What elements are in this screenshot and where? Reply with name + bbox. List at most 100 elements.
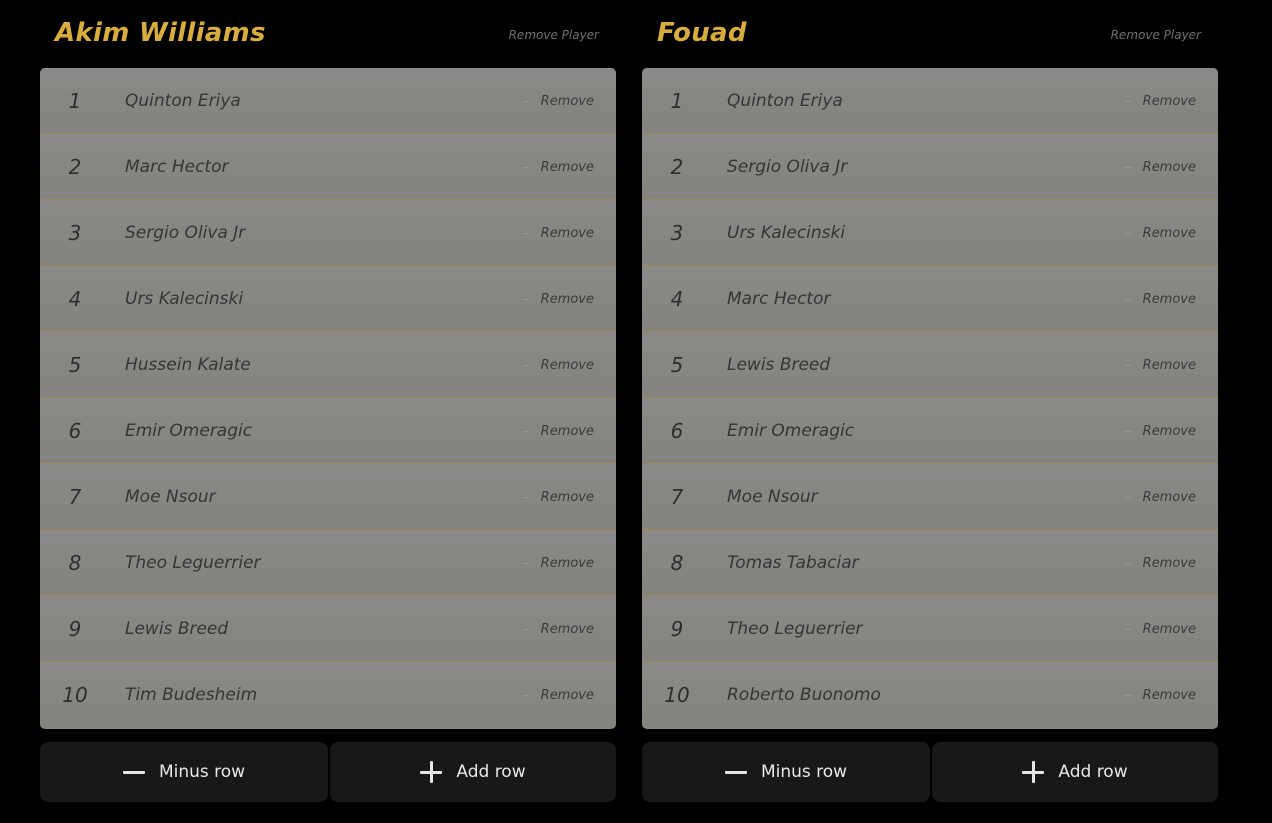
rank-number: 6 bbox=[670, 419, 684, 443]
add-row-label: Add row bbox=[1058, 762, 1128, 782]
ranking-row: 7 Moe Nsour Remove bbox=[642, 464, 1218, 530]
dash-icon bbox=[1124, 562, 1131, 564]
remove-label: Remove bbox=[1142, 621, 1196, 637]
dash-icon bbox=[1124, 298, 1131, 300]
remove-row-button[interactable]: Remove bbox=[522, 266, 594, 332]
contestant-name: Sergio Oliva Jr bbox=[727, 157, 848, 177]
ranking-row: 8 Tomas Tabaciar Remove bbox=[642, 530, 1218, 596]
remove-row-button[interactable]: Remove bbox=[1124, 464, 1196, 530]
rank-number: 9 bbox=[68, 617, 82, 641]
contestant-name: Theo Leguerrier bbox=[727, 619, 863, 639]
dash-icon bbox=[1124, 166, 1131, 168]
ranking-row: 5 Lewis Breed Remove bbox=[642, 332, 1218, 398]
add-row-button[interactable]: Add row bbox=[330, 742, 616, 802]
remove-label: Remove bbox=[540, 225, 594, 241]
remove-label: Remove bbox=[1142, 687, 1196, 703]
ranking-row: 8 Theo Leguerrier Remove bbox=[40, 530, 616, 596]
rank-number: 10 bbox=[62, 683, 88, 707]
dash-icon bbox=[522, 100, 529, 102]
remove-label: Remove bbox=[1142, 291, 1196, 307]
minus-row-button[interactable]: Minus row bbox=[40, 742, 328, 802]
remove-row-button[interactable]: Remove bbox=[522, 662, 594, 728]
dash-icon bbox=[522, 166, 529, 168]
dash-icon bbox=[1124, 496, 1131, 498]
contestant-name: Lewis Breed bbox=[727, 355, 831, 375]
remove-row-button[interactable]: Remove bbox=[522, 68, 594, 134]
ranking-row: 2 Marc Hector Remove bbox=[40, 134, 616, 200]
rank-number: 8 bbox=[670, 551, 684, 575]
rank-number: 6 bbox=[68, 419, 82, 443]
remove-label: Remove bbox=[1142, 555, 1196, 571]
dash-icon bbox=[522, 496, 529, 498]
ranking-app: Akim Williams Remove Player 1 Quinton Eriya… bbox=[0, 0, 1272, 823]
dash-icon bbox=[522, 298, 529, 300]
player-panel: Fouad Remove Player 1 Quinton Eriya Remove 2 S… bbox=[642, 0, 1218, 823]
remove-row-button[interactable]: Remove bbox=[522, 134, 594, 200]
rank-number: 2 bbox=[670, 155, 684, 179]
remove-row-button[interactable]: Remove bbox=[522, 464, 594, 530]
ranking-row: 9 Lewis Breed Remove bbox=[40, 596, 616, 662]
remove-row-button[interactable]: Remove bbox=[522, 200, 594, 266]
remove-label: Remove bbox=[1142, 93, 1196, 109]
remove-row-button[interactable]: Remove bbox=[522, 398, 594, 464]
contestant-name: Theo Leguerrier bbox=[125, 553, 261, 573]
plus-icon bbox=[420, 761, 443, 783]
player-name: Akim Williams bbox=[55, 18, 266, 48]
rank-number: 8 bbox=[68, 551, 82, 575]
rank-number: 4 bbox=[670, 287, 684, 311]
remove-row-button[interactable]: Remove bbox=[1124, 200, 1196, 266]
remove-row-button[interactable]: Remove bbox=[1124, 266, 1196, 332]
ranking-row: 6 Emir Omeragic Remove bbox=[642, 398, 1218, 464]
remove-row-button[interactable]: Remove bbox=[1124, 332, 1196, 398]
ranking-row: 4 Marc Hector Remove bbox=[642, 266, 1218, 332]
contestant-name: Tomas Tabaciar bbox=[727, 553, 859, 573]
ranking-row: 9 Theo Leguerrier Remove bbox=[642, 596, 1218, 662]
ranking-row: 7 Moe Nsour Remove bbox=[40, 464, 616, 530]
contestant-name: Urs Kalecinski bbox=[125, 289, 244, 309]
row-controls: Minus row Add row bbox=[642, 742, 1218, 802]
contestant-name: Tim Budesheim bbox=[125, 685, 258, 705]
dash-icon bbox=[522, 430, 529, 432]
remove-row-button[interactable]: Remove bbox=[522, 530, 594, 596]
dash-icon bbox=[522, 628, 529, 630]
remove-row-button[interactable]: Remove bbox=[1124, 662, 1196, 728]
dash-icon bbox=[1124, 100, 1131, 102]
player-panel: Akim Williams Remove Player 1 Quinton Eriya… bbox=[40, 0, 616, 823]
dash-icon bbox=[522, 562, 529, 564]
dash-icon bbox=[522, 232, 529, 234]
remove-label: Remove bbox=[540, 357, 594, 373]
ranking-row: 10 Roberto Buonomo Remove bbox=[642, 662, 1218, 728]
remove-label: Remove bbox=[1142, 423, 1196, 439]
add-row-label: Add row bbox=[456, 762, 526, 782]
add-row-button[interactable]: Add row bbox=[932, 742, 1218, 802]
remove-row-button[interactable]: Remove bbox=[1124, 596, 1196, 662]
rank-number: 3 bbox=[670, 221, 684, 245]
remove-row-button[interactable]: Remove bbox=[1124, 398, 1196, 464]
plus-icon bbox=[1022, 761, 1045, 783]
dash-icon bbox=[1124, 694, 1131, 696]
player-name: Fouad bbox=[657, 18, 747, 48]
dash-icon bbox=[1124, 628, 1131, 630]
contestant-name: Quinton Eriya bbox=[125, 91, 241, 111]
rank-number: 7 bbox=[68, 485, 82, 509]
minus-row-button[interactable]: Minus row bbox=[642, 742, 930, 802]
remove-label: Remove bbox=[540, 555, 594, 571]
dash-icon bbox=[1124, 430, 1131, 432]
remove-label: Remove bbox=[540, 93, 594, 109]
contestant-name: Urs Kalecinski bbox=[727, 223, 846, 243]
remove-label: Remove bbox=[1142, 489, 1196, 505]
contestant-name: Sergio Oliva Jr bbox=[125, 223, 246, 243]
ranking-row: 1 Quinton Eriya Remove bbox=[40, 68, 616, 134]
panel-header: Fouad Remove Player bbox=[642, 14, 1218, 58]
minus-row-label: Minus row bbox=[760, 762, 848, 782]
remove-row-button[interactable]: Remove bbox=[522, 332, 594, 398]
remove-player-button[interactable]: Remove Player bbox=[509, 28, 599, 42]
remove-label: Remove bbox=[540, 291, 594, 307]
rank-number: 2 bbox=[68, 155, 82, 179]
remove-row-button[interactable]: Remove bbox=[1124, 530, 1196, 596]
rank-number: 10 bbox=[664, 683, 690, 707]
remove-row-button[interactable]: Remove bbox=[1124, 68, 1196, 134]
remove-row-button[interactable]: Remove bbox=[1124, 134, 1196, 200]
remove-player-button[interactable]: Remove Player bbox=[1111, 28, 1201, 42]
remove-row-button[interactable]: Remove bbox=[522, 596, 594, 662]
